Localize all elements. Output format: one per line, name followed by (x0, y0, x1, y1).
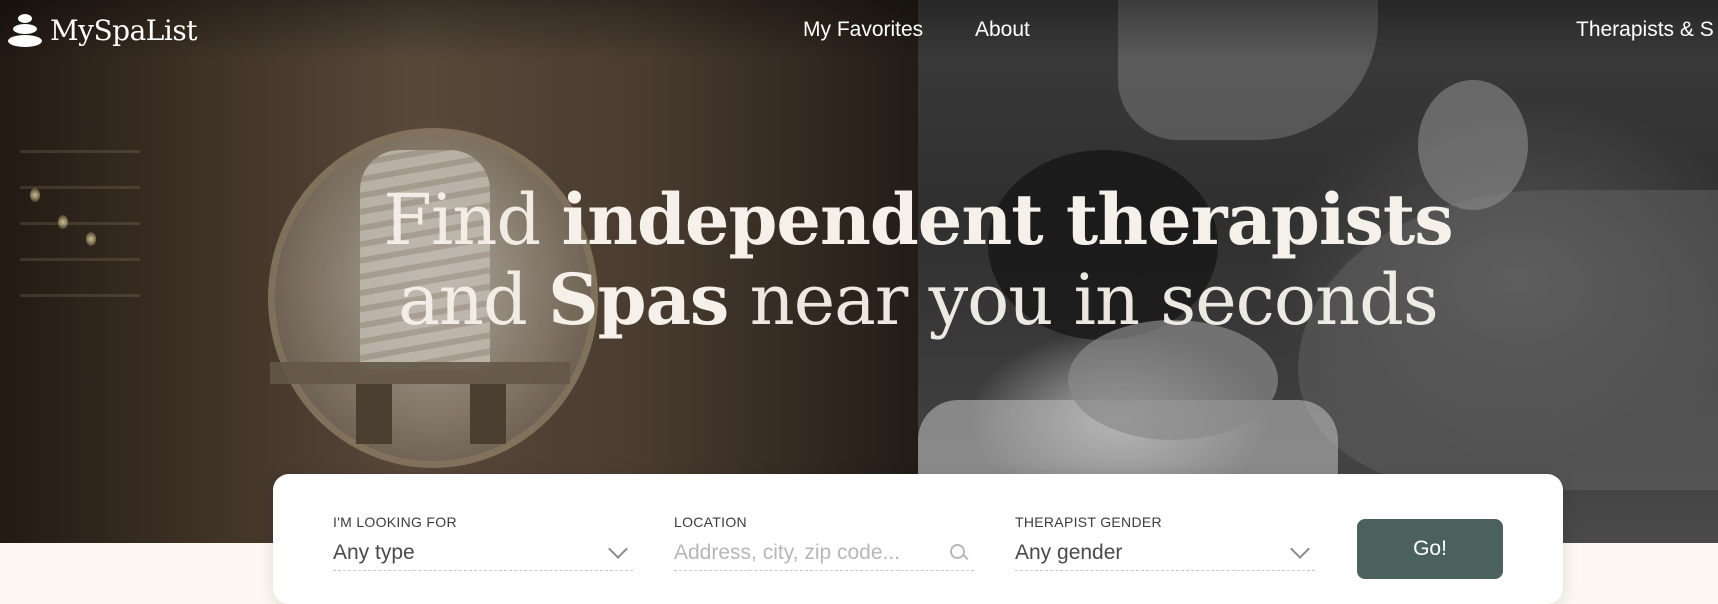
brand-name: MySpaList (50, 13, 197, 47)
type-label: I'M LOOKING FOR (333, 514, 457, 530)
gender-select[interactable]: THERAPIST GENDER Any gender (1015, 514, 1315, 571)
headline-independent-therapists: independent therapists (561, 178, 1454, 261)
headline-spas: Spas (548, 258, 729, 341)
headline-and: and (398, 259, 528, 341)
location-field[interactable]: LOCATION (674, 514, 974, 571)
type-value: Any type (333, 541, 415, 564)
nav-about[interactable]: About (975, 18, 1030, 42)
type-dropdown[interactable]: Any type (333, 536, 633, 571)
headline-find: Find (383, 179, 541, 261)
hero-headline: Find independent therapists and Spas nea… (0, 178, 1718, 341)
nav-my-favorites[interactable]: My Favorites (803, 18, 923, 42)
type-select[interactable]: I'M LOOKING FOR Any type (333, 514, 633, 571)
headline-near-you: near you in seconds (749, 259, 1439, 341)
search-icon[interactable] (950, 544, 969, 562)
gender-value: Any gender (1015, 541, 1123, 564)
chevron-down-icon[interactable] (608, 539, 628, 559)
gender-dropdown[interactable]: Any gender (1015, 536, 1315, 571)
brand-logo[interactable]: MySpaList (8, 10, 197, 50)
nav-therapists-spas[interactable]: Therapists & S (1576, 18, 1714, 42)
stone-stack-logo-icon (8, 12, 42, 48)
search-card: I'M LOOKING FOR Any type LOCATION THERAP… (273, 474, 1563, 604)
go-button[interactable]: Go! (1357, 519, 1503, 579)
location-label: LOCATION (674, 514, 747, 530)
gender-label: THERAPIST GENDER (1015, 514, 1162, 530)
location-input[interactable] (674, 541, 934, 565)
chevron-down-icon[interactable] (1290, 539, 1310, 559)
